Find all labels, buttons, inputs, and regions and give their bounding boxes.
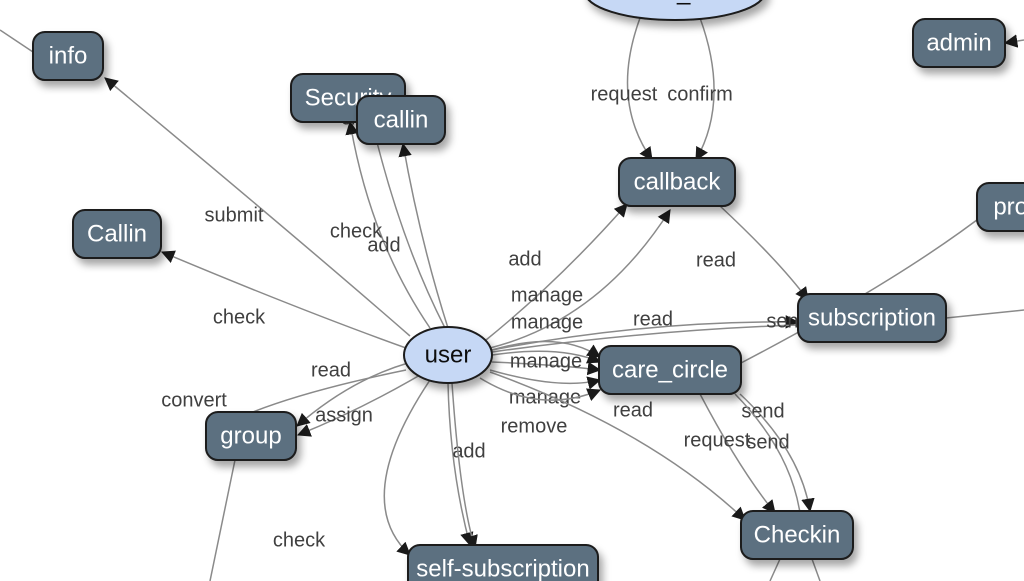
node-info[interactable]: info	[33, 32, 103, 80]
edge-user-security	[372, 122, 445, 328]
node-label-user: user	[425, 341, 472, 368]
node-label-group: group	[220, 422, 281, 449]
node-label-callin_small: callin	[374, 106, 429, 133]
node-label-info: info	[49, 42, 88, 69]
edge-label-request: request	[591, 83, 658, 105]
node-label-loved_one: loved_one	[620, 0, 731, 5]
node-callin_big[interactable]: Callin	[73, 210, 161, 258]
node-label-care_circle: care_circle	[612, 356, 728, 383]
node-care_circle[interactable]: care_circle	[599, 346, 741, 394]
node-callback[interactable]: callback	[619, 158, 735, 206]
edge-label-add: add	[367, 234, 400, 256]
edge-label-manage: manage	[511, 284, 583, 306]
node-callin_small[interactable]: callin	[357, 96, 445, 144]
node-prot[interactable]: prot	[977, 183, 1024, 231]
edge-group-off_bottom	[210, 460, 235, 581]
edge-subscription-off_right	[946, 310, 1024, 318]
node-label-selfsub: self-subscription	[416, 555, 589, 581]
node-label-checkin: Checkin	[754, 521, 841, 548]
edge-label-request: request	[684, 429, 751, 451]
edge-label-manage: manage	[510, 350, 582, 372]
edge-label-assign: assign	[315, 404, 373, 426]
edge-label-read: read	[613, 399, 653, 421]
edge-user-selfsub	[452, 383, 475, 548]
edge-label-check: check	[273, 529, 326, 551]
node-label-callin_big: Callin	[87, 220, 147, 247]
node-loved_one[interactable]: loved_one	[585, 0, 765, 20]
graph-canvas: submitcheckreadconvertassigncheckcheckad…	[0, 0, 1024, 581]
edge-label-read: read	[633, 308, 673, 330]
edge-label-read: read	[311, 359, 351, 381]
edge-label-convert: convert	[161, 389, 227, 411]
edge-checkin-off_bottom	[770, 559, 780, 581]
edge-label-read: read	[696, 249, 736, 271]
node-label-subscription: subscription	[808, 304, 936, 331]
edge-label-manage: manage	[511, 311, 583, 333]
edge-label-add: add	[508, 248, 541, 270]
node-group[interactable]: group	[206, 412, 296, 460]
edge-user-selfsub	[384, 380, 430, 555]
edge-admin-off_right	[1005, 40, 1024, 43]
edge-label-remove: remove	[501, 415, 568, 437]
edge-label-confirm: confirm	[667, 83, 733, 105]
edge-label-send: send	[746, 431, 789, 453]
edge-label-submit: submit	[205, 204, 264, 226]
node-admin[interactable]: admin	[913, 19, 1005, 67]
node-subscription[interactable]: subscription	[798, 294, 946, 342]
node-label-prot: prot	[993, 193, 1024, 220]
node-user[interactable]: user	[404, 327, 492, 383]
node-selfsub[interactable]: self-subscription	[408, 545, 598, 581]
edge-info-off_left	[0, 30, 33, 52]
node-label-callback: callback	[634, 168, 722, 195]
node-label-admin: admin	[926, 29, 991, 56]
edge-checkin-off_bottom2	[812, 559, 820, 581]
node-checkin[interactable]: Checkin	[741, 511, 853, 559]
edge-user-callin_small	[403, 144, 448, 328]
edge-label-check: check	[213, 306, 266, 328]
edge-label-send: send	[741, 400, 784, 422]
